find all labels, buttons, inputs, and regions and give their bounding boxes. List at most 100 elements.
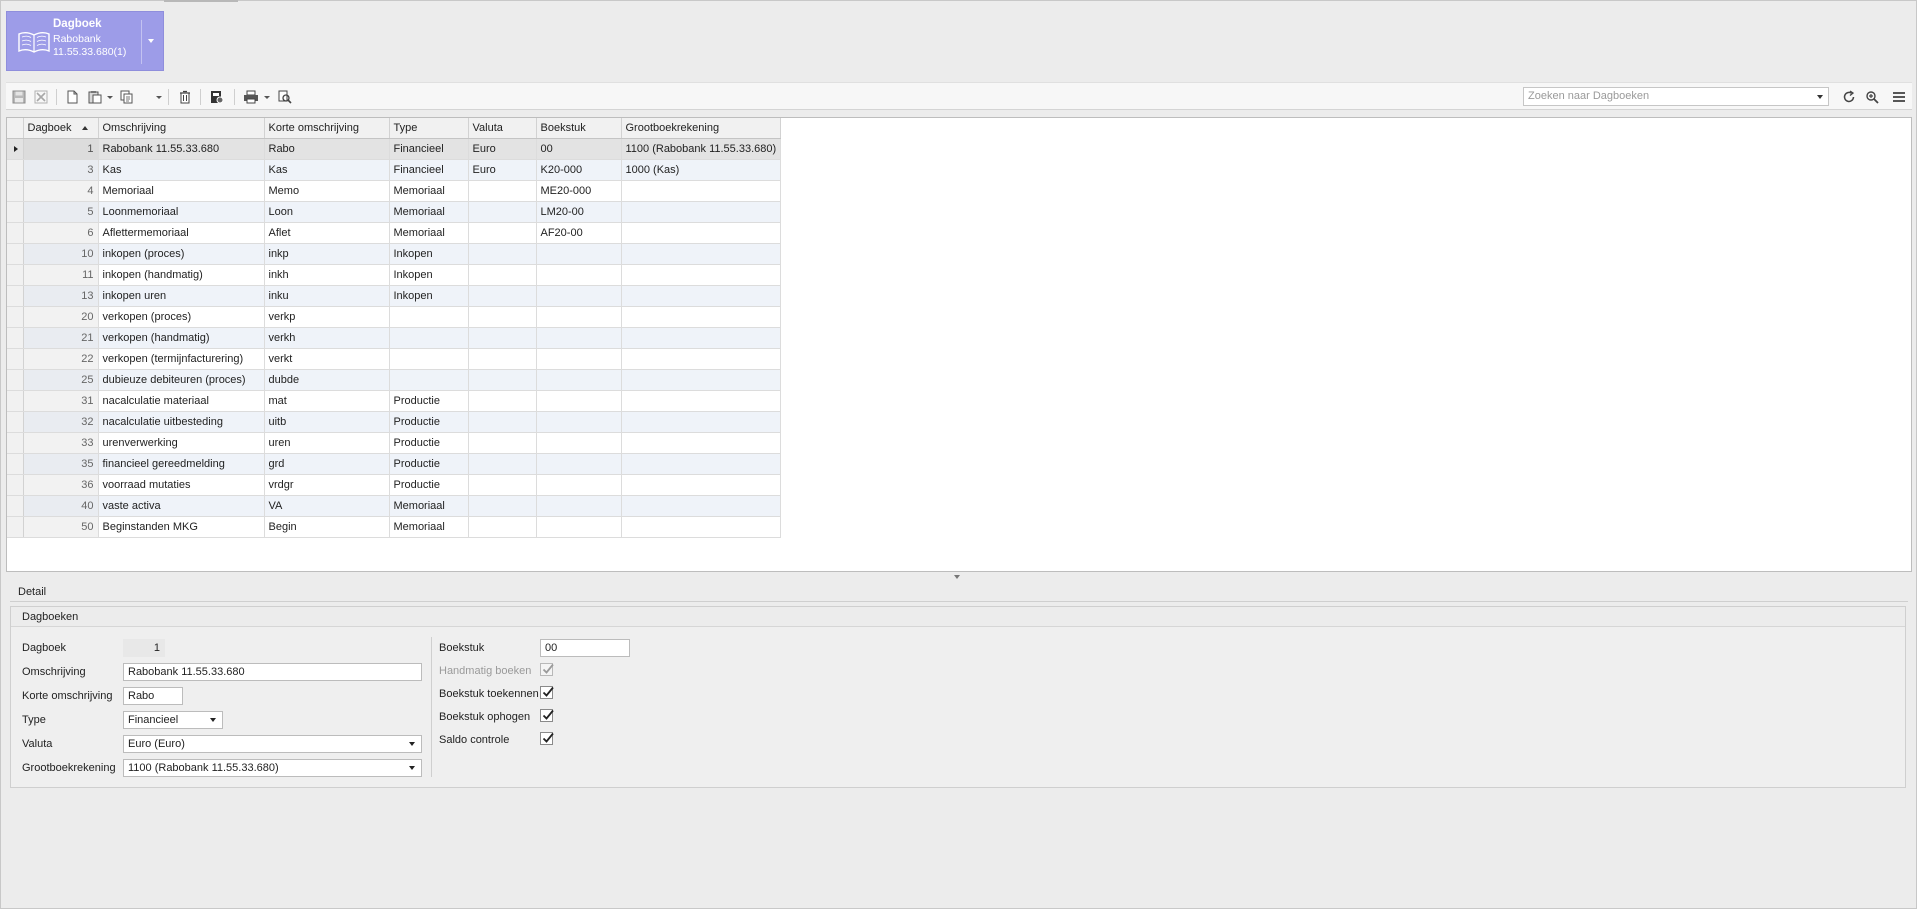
cell-omschrijving[interactable]: financieel gereedmelding xyxy=(98,453,265,475)
table-row[interactable]: 11 inkopen (handmatig) inkh Inkopen xyxy=(7,264,782,286)
cell-dagboek[interactable]: 32 xyxy=(23,411,99,433)
cell-korte-omschrijving[interactable]: verkt xyxy=(264,348,390,370)
paste-dropdown-arrow[interactable] xyxy=(107,96,113,99)
cell-dagboek[interactable]: 1 xyxy=(23,138,99,160)
row-indicator[interactable] xyxy=(7,411,24,433)
cell-boekstuk[interactable] xyxy=(536,285,622,307)
cell-boekstuk[interactable] xyxy=(536,264,622,286)
cell-dagboek[interactable]: 35 xyxy=(23,453,99,475)
table-row[interactable]: 13 inkopen uren inku Inkopen xyxy=(7,285,782,307)
cell-korte-omschrijving[interactable]: grd xyxy=(264,453,390,475)
dagboek-header-tile[interactable]: Dagboek Rabobank 11.55.33.680(1) xyxy=(6,11,164,71)
delete-icon[interactable] xyxy=(176,88,194,106)
cell-grootboekrekening[interactable] xyxy=(621,411,782,433)
cell-type[interactable]: Inkopen xyxy=(389,285,469,307)
cell-boekstuk[interactable]: K20-000 xyxy=(536,159,622,181)
cell-boekstuk[interactable] xyxy=(536,306,622,328)
new-icon[interactable] xyxy=(63,88,81,106)
cell-grootboekrekening[interactable] xyxy=(621,453,782,475)
row-indicator[interactable] xyxy=(7,285,24,307)
cell-valuta[interactable] xyxy=(468,474,537,496)
cell-omschrijving[interactable]: vaste activa xyxy=(98,495,265,517)
cell-korte-omschrijving[interactable]: Kas xyxy=(264,159,390,181)
cell-korte-omschrijving[interactable]: mat xyxy=(264,390,390,412)
cell-type[interactable]: Productie xyxy=(389,411,469,433)
cell-valuta[interactable] xyxy=(468,411,537,433)
table-row[interactable]: 4 Memoriaal Memo Memoriaal ME20-000 xyxy=(7,180,782,202)
cell-korte-omschrijving[interactable]: inkh xyxy=(264,264,390,286)
cell-valuta[interactable] xyxy=(468,180,537,202)
cell-type[interactable]: Productie xyxy=(389,453,469,475)
cell-korte-omschrijving[interactable]: dubde xyxy=(264,369,390,391)
cell-grootboekrekening[interactable] xyxy=(621,390,782,412)
cell-grootboekrekening[interactable] xyxy=(621,348,782,370)
cell-grootboekrekening[interactable] xyxy=(621,327,782,349)
cell-boekstuk[interactable] xyxy=(536,348,622,370)
row-indicator[interactable] xyxy=(7,243,24,265)
cell-omschrijving[interactable]: dubieuze debiteuren (proces) xyxy=(98,369,265,391)
cell-dagboek[interactable]: 4 xyxy=(23,180,99,202)
cell-grootboekrekening[interactable]: 1100 (Rabobank 11.55.33.680) xyxy=(621,138,782,160)
cell-dagboek[interactable]: 10 xyxy=(23,243,99,265)
type-select[interactable]: Financieel xyxy=(123,711,223,729)
cell-grootboekrekening[interactable] xyxy=(621,243,782,265)
row-indicator[interactable] xyxy=(7,306,24,328)
cell-type[interactable]: Memoriaal xyxy=(389,180,469,202)
cell-boekstuk[interactable] xyxy=(536,474,622,496)
cell-omschrijving[interactable]: nacalculatie materiaal xyxy=(98,390,265,412)
copy-dropdown-arrow[interactable] xyxy=(156,96,162,99)
cell-boekstuk[interactable] xyxy=(536,243,622,265)
cell-type[interactable]: Financieel xyxy=(389,138,469,160)
cell-valuta[interactable] xyxy=(468,369,537,391)
boekstuk-toekennen-checkbox[interactable] xyxy=(540,686,554,699)
refresh-icon[interactable] xyxy=(1840,88,1858,106)
cell-korte-omschrijving[interactable]: Loon xyxy=(264,201,390,223)
cell-korte-omschrijving[interactable]: vrdgr xyxy=(264,474,390,496)
cell-type[interactable] xyxy=(389,306,469,328)
cell-omschrijving[interactable]: Beginstanden MKG xyxy=(98,516,265,538)
zoom-in-icon[interactable] xyxy=(1863,88,1881,106)
preview-icon[interactable] xyxy=(276,88,294,106)
cell-boekstuk[interactable]: LM20-00 xyxy=(536,201,622,223)
saldo-controle-checkbox[interactable] xyxy=(540,732,554,745)
cell-omschrijving[interactable]: Memoriaal xyxy=(98,180,265,202)
column-header-grootboekrekening[interactable]: Grootboekrekening xyxy=(621,118,782,139)
cell-omschrijving[interactable]: inkopen uren xyxy=(98,285,265,307)
cell-dagboek[interactable]: 36 xyxy=(23,474,99,496)
table-row[interactable]: 20 verkopen (proces) verkp xyxy=(7,306,782,328)
row-indicator[interactable] xyxy=(7,495,24,517)
chevron-down-icon[interactable] xyxy=(148,39,154,43)
cell-grootboekrekening[interactable] xyxy=(621,516,782,538)
cell-grootboekrekening[interactable] xyxy=(621,306,782,328)
cell-type[interactable]: Inkopen xyxy=(389,264,469,286)
cell-boekstuk[interactable] xyxy=(536,495,622,517)
bookmark-icon[interactable] xyxy=(208,88,226,106)
cell-korte-omschrijving[interactable]: inkp xyxy=(264,243,390,265)
cell-valuta[interactable] xyxy=(468,348,537,370)
cell-omschrijving[interactable]: voorraad mutaties xyxy=(98,474,265,496)
cell-boekstuk[interactable]: AF20-00 xyxy=(536,222,622,244)
copy-icon[interactable] xyxy=(118,88,136,106)
cell-boekstuk[interactable] xyxy=(536,390,622,412)
table-row[interactable]: 22 verkopen (termijnfacturering) verkt xyxy=(7,348,782,370)
cell-dagboek[interactable]: 6 xyxy=(23,222,99,244)
cell-valuta[interactable] xyxy=(468,222,537,244)
row-indicator[interactable] xyxy=(7,369,24,391)
search-input[interactable]: Zoeken naar Dagboeken xyxy=(1523,87,1829,106)
cell-valuta[interactable]: Euro xyxy=(468,138,537,160)
cell-korte-omschrijving[interactable]: Memo xyxy=(264,180,390,202)
cell-valuta[interactable] xyxy=(468,201,537,223)
cell-dagboek[interactable]: 5 xyxy=(23,201,99,223)
column-header-boekstuk[interactable]: Boekstuk xyxy=(536,118,622,139)
row-indicator[interactable] xyxy=(7,453,24,475)
column-header-valuta[interactable]: Valuta xyxy=(468,118,537,139)
cell-omschrijving[interactable]: Kas xyxy=(98,159,265,181)
cell-valuta[interactable] xyxy=(468,432,537,454)
cell-dagboek[interactable]: 3 xyxy=(23,159,99,181)
cell-boekstuk[interactable] xyxy=(536,516,622,538)
cell-dagboek[interactable]: 13 xyxy=(23,285,99,307)
omschrijving-field[interactable]: Rabobank 11.55.33.680 xyxy=(123,663,422,681)
cell-boekstuk[interactable] xyxy=(536,369,622,391)
row-indicator[interactable] xyxy=(7,264,24,286)
cell-type[interactable]: Financieel xyxy=(389,159,469,181)
